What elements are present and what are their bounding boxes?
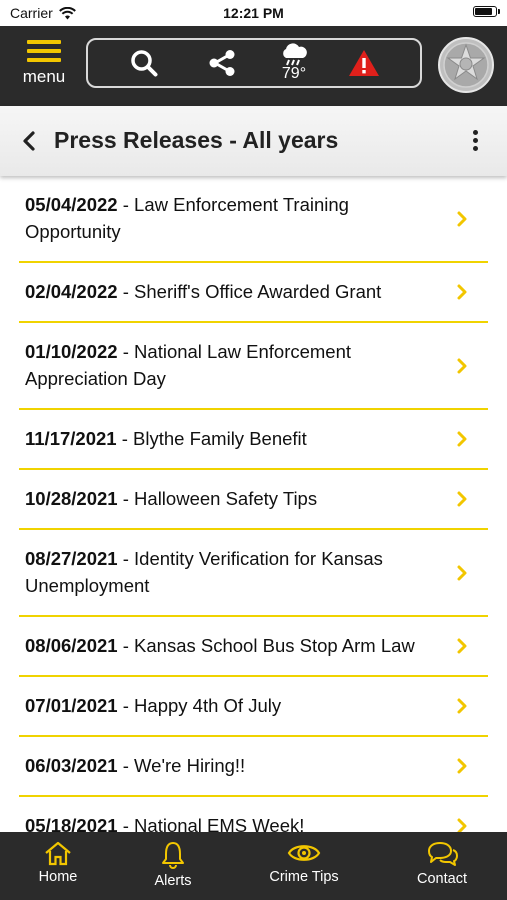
press-release-date: 02/04/2022 xyxy=(25,281,118,302)
press-release-item[interactable]: 01/10/2022 - National Law Enforcement Ap… xyxy=(19,323,488,410)
date-separator: - xyxy=(117,194,135,215)
press-release-item[interactable]: 08/06/2021 - Kansas School Bus Stop Arm … xyxy=(19,617,488,677)
clock: 12:21 PM xyxy=(223,5,284,21)
weather-temperature: 79° xyxy=(281,65,307,82)
press-release-title: Sheriff's Office Awarded Grant xyxy=(134,281,382,302)
press-release-item[interactable]: 11/17/2021 - Blythe Family Benefit xyxy=(19,410,488,470)
tab-contact-label: Contact xyxy=(417,871,467,887)
press-release-text: 11/17/2021 - Blythe Family Benefit xyxy=(25,425,448,452)
press-release-date: 08/27/2021 xyxy=(25,548,118,569)
chevron-right-icon xyxy=(457,211,467,226)
tab-alerts-label: Alerts xyxy=(154,873,192,889)
press-release-item[interactable]: 05/04/2022 - Law Enforcement Training Op… xyxy=(19,176,488,263)
tab-crime-tips[interactable]: Crime Tips xyxy=(249,840,359,885)
sheriff-star-icon xyxy=(438,37,494,93)
date-separator: - xyxy=(117,281,135,302)
press-release-title: We're Hiring!! xyxy=(134,755,246,776)
press-release-date: 11/17/2021 xyxy=(25,428,117,449)
press-release-date: 06/03/2021 xyxy=(25,755,118,776)
bottom-tab-bar: Home Alerts Crime Tips Contact xyxy=(0,832,507,900)
date-separator: - xyxy=(116,428,134,449)
press-release-date: 07/01/2021 xyxy=(25,695,118,716)
date-separator: - xyxy=(117,341,135,362)
press-release-title: Halloween Safety Tips xyxy=(134,488,318,509)
search-button[interactable] xyxy=(118,40,170,86)
chat-icon xyxy=(428,842,458,866)
app-bar: menu 79° xyxy=(0,26,507,106)
press-release-list: 05/04/2022 - Law Enforcement Training Op… xyxy=(0,176,507,832)
chevron-left-icon xyxy=(23,131,35,151)
press-release-item[interactable]: 10/28/2021 - Halloween Safety Tips xyxy=(19,470,488,530)
chevron-right-icon xyxy=(457,284,467,300)
press-release-text: 02/04/2022 - Sheriff's Office Awarded Gr… xyxy=(25,278,448,305)
eye-icon xyxy=(287,845,321,861)
press-release-text: 08/27/2021 - Identity Verification for K… xyxy=(25,545,448,599)
press-release-date: 10/28/2021 xyxy=(25,488,118,509)
share-icon xyxy=(209,50,235,76)
more-options-button[interactable] xyxy=(471,130,479,154)
page-header: Press Releases - All years xyxy=(0,106,507,176)
chevron-right-icon xyxy=(457,818,467,832)
tab-home[interactable]: Home xyxy=(3,840,113,885)
press-release-title: National EMS Week! xyxy=(134,815,305,832)
press-release-title: Happy 4th Of July xyxy=(134,695,282,716)
weather-button[interactable]: 79° xyxy=(266,40,322,86)
tab-contact[interactable]: Contact xyxy=(387,840,497,887)
hamburger-icon xyxy=(27,40,61,62)
press-release-text: 06/03/2021 - We're Hiring!! xyxy=(25,752,448,779)
press-release-item[interactable]: 08/27/2021 - Identity Verification for K… xyxy=(19,530,488,617)
press-release-text: 10/28/2021 - Halloween Safety Tips xyxy=(25,485,448,512)
tab-home-label: Home xyxy=(38,869,78,885)
date-separator: - xyxy=(117,815,135,832)
share-button[interactable] xyxy=(196,40,248,86)
more-vertical-icon xyxy=(471,130,479,151)
press-release-text: 08/06/2021 - Kansas School Bus Stop Arm … xyxy=(25,632,448,659)
chevron-right-icon xyxy=(457,638,467,654)
back-button[interactable] xyxy=(20,129,40,153)
bell-icon xyxy=(162,842,184,869)
press-release-date: 08/06/2021 xyxy=(25,635,118,656)
chevron-right-icon xyxy=(457,758,467,774)
chevron-right-icon xyxy=(457,358,467,373)
press-release-item[interactable]: 05/18/2021 - National EMS Week! xyxy=(19,797,488,832)
date-separator: - xyxy=(117,695,135,716)
toolbox: 79° xyxy=(86,38,422,88)
press-release-title: Kansas School Bus Stop Arm Law xyxy=(134,635,415,656)
press-release-item[interactable]: 06/03/2021 - We're Hiring!! xyxy=(19,737,488,797)
page-title: Press Releases - All years xyxy=(54,127,339,153)
tab-alerts[interactable]: Alerts xyxy=(118,840,228,889)
home-icon xyxy=(45,841,71,866)
battery-indicator xyxy=(473,6,500,17)
rain-cloud-icon xyxy=(283,43,307,66)
date-separator: - xyxy=(117,548,135,569)
chevron-right-icon xyxy=(457,491,467,507)
search-icon xyxy=(131,50,158,77)
chevron-right-icon xyxy=(457,565,467,580)
sheriff-badge-logo[interactable] xyxy=(437,36,495,94)
press-release-item[interactable]: 02/04/2022 - Sheriff's Office Awarded Gr… xyxy=(19,263,488,323)
press-release-text: 05/04/2022 - Law Enforcement Training Op… xyxy=(25,191,448,245)
press-release-item[interactable]: 07/01/2021 - Happy 4th Of July xyxy=(19,677,488,737)
chevron-right-icon xyxy=(457,698,467,714)
press-release-text: 05/18/2021 - National EMS Week! xyxy=(25,812,448,832)
status-bar: Carrier 12:21 PM xyxy=(0,0,507,26)
warning-icon xyxy=(349,50,379,76)
battery-icon xyxy=(473,6,500,17)
press-release-text: 01/10/2022 - National Law Enforcement Ap… xyxy=(25,338,448,392)
tab-crime-tips-label: Crime Tips xyxy=(269,869,339,885)
date-separator: - xyxy=(117,635,135,656)
alert-button[interactable] xyxy=(336,40,392,86)
menu-button[interactable]: menu xyxy=(16,38,72,94)
date-separator: - xyxy=(117,755,135,776)
press-release-date: 05/18/2021 xyxy=(25,815,118,832)
press-release-title: Blythe Family Benefit xyxy=(133,428,307,449)
chevron-right-icon xyxy=(457,431,467,447)
press-release-date: 01/10/2022 xyxy=(25,341,118,362)
date-separator: - xyxy=(117,488,135,509)
press-release-date: 05/04/2022 xyxy=(25,194,118,215)
menu-label: menu xyxy=(22,67,66,86)
press-release-text: 07/01/2021 - Happy 4th Of July xyxy=(25,692,448,719)
